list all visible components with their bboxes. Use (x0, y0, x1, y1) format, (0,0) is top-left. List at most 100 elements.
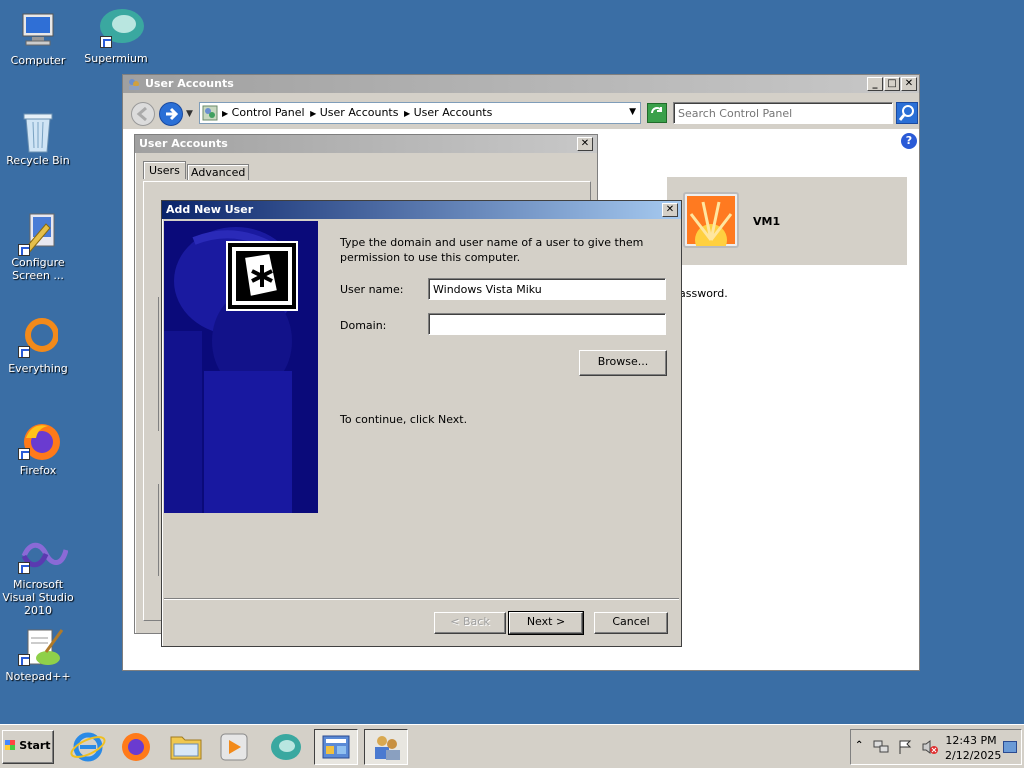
desktop-icon-label: Configure Screen ... (11, 256, 65, 282)
configure-screen-icon (18, 212, 58, 256)
continue-text: To continue, click Next. (340, 413, 468, 426)
network-icon[interactable] (873, 740, 889, 754)
cancel-button[interactable]: Cancel (594, 612, 668, 634)
user-accounts-dialog-title: User Accounts (139, 137, 228, 150)
taskbar-control-panel[interactable] (314, 729, 358, 765)
start-button-label: Start (19, 739, 51, 752)
add-new-user-titlebar[interactable]: Add New User ✕ (162, 201, 681, 219)
firefox-icon (122, 733, 150, 761)
clock[interactable]: 12:43 PM 2/12/2025 (945, 733, 1002, 763)
breadcrumb-user-accounts[interactable]: User Accounts (320, 106, 399, 119)
search-input[interactable] (673, 102, 893, 124)
back-button[interactable] (131, 102, 155, 126)
user-accounts-dialog-titlebar[interactable]: User Accounts ✕ (135, 135, 597, 153)
system-tray: ⌃ 12:43 PM 2/12/2025 (850, 729, 1022, 765)
recycle-bin-icon (18, 110, 58, 153)
windows-logo-icon (5, 740, 16, 750)
breadcrumb: ▶ Control Panel ▶ User Accounts ▶ User A… (222, 106, 492, 119)
tab-users-label: Users (149, 164, 180, 177)
search-button[interactable] (896, 102, 918, 124)
username-label: User name: (340, 283, 404, 296)
control-panel-icon (322, 735, 350, 759)
close-button[interactable]: ✕ (901, 77, 917, 91)
breadcrumb-separator[interactable]: ▶ (404, 109, 410, 118)
history-dropdown-icon[interactable]: ▼ (186, 109, 193, 119)
everything-icon (18, 318, 59, 358)
firefox-icon (18, 420, 60, 460)
desktop-icon-firefox[interactable]: Firefox (0, 420, 78, 477)
desktop-icon-label: Supermium (84, 52, 148, 65)
control-panel-titlebar[interactable]: User Accounts _ □ ✕ (123, 75, 919, 93)
button-divider (164, 598, 679, 600)
computer-icon (18, 10, 58, 50)
user-accounts-icon (375, 736, 400, 760)
desktop-icon-visual-studio[interactable]: Microsoft Visual Studio 2010 (0, 534, 78, 617)
desktop-icon-label: Computer (10, 54, 66, 67)
help-icon[interactable]: ? (901, 133, 917, 149)
username-input[interactable] (428, 278, 666, 300)
control-panel-icon (202, 105, 218, 121)
show-hidden-icons-icon[interactable]: ⌃ (855, 740, 863, 751)
breadcrumb-separator[interactable]: ▶ (222, 109, 228, 118)
clock-time: 12:43 PM (945, 734, 997, 747)
close-button[interactable]: ✕ (577, 137, 593, 151)
flower-picture-icon (687, 196, 735, 256)
refresh-button[interactable] (647, 103, 667, 123)
forward-arrow-icon (166, 107, 179, 121)
domain-input[interactable] (428, 313, 666, 335)
domain-label: Domain: (340, 319, 387, 332)
maximize-button[interactable]: □ (884, 77, 900, 91)
add-user-wizard-icon (226, 241, 298, 311)
desktop-icon-computer[interactable]: Computer (0, 10, 78, 67)
navigation-bar: ▼ ▶ Control Panel ▶ User Accounts ▶ User… (123, 93, 919, 129)
taskbar-firefox[interactable] (114, 729, 158, 765)
desktop-icon-supermium[interactable]: Supermium (76, 8, 156, 65)
minimize-button[interactable]: _ (867, 77, 883, 91)
show-desktop-icon[interactable] (1003, 741, 1017, 753)
action-center-flag-icon[interactable] (897, 739, 913, 755)
forward-button[interactable] (159, 102, 183, 126)
breadcrumb-user-accounts-current[interactable]: User Accounts (414, 106, 493, 119)
user-tile-panel: VM1 (667, 177, 907, 265)
visual-studio-icon (18, 534, 69, 574)
taskbar-supermium[interactable] (264, 729, 308, 765)
tab-users[interactable]: Users (143, 161, 186, 179)
taskbar-internet-explorer[interactable] (66, 729, 110, 765)
taskbar-user-accounts[interactable] (364, 729, 408, 765)
desktop-icon-configure-screen[interactable]: Configure Screen ... (0, 212, 78, 282)
volume-muted-icon[interactable] (921, 739, 939, 755)
taskbar-media-player[interactable] (212, 729, 256, 765)
desktop-icon-recycle-bin[interactable]: Recycle Bin (0, 110, 78, 167)
desktop-icon-label: Microsoft Visual Studio 2010 (2, 578, 74, 617)
cancel-button-label: Cancel (612, 615, 650, 628)
start-button[interactable]: Start (2, 730, 54, 764)
search-icon (898, 105, 914, 121)
user-avatar[interactable] (683, 192, 739, 256)
internet-explorer-icon (70, 732, 106, 762)
browse-button[interactable]: Browse... (579, 350, 667, 376)
close-button[interactable]: ✕ (662, 203, 678, 217)
supermium-icon (96, 8, 144, 48)
breadcrumb-separator[interactable]: ▶ (310, 109, 316, 118)
add-new-user-dialog: Add New User ✕ Type the domain and user … (161, 200, 682, 647)
taskbar-file-explorer[interactable] (164, 729, 208, 765)
address-dropdown-icon[interactable]: ▼ (629, 107, 636, 117)
desktop-icon-everything[interactable]: Everything (0, 318, 78, 375)
refresh-icon (651, 107, 662, 114)
password-text-fragment: assword. (679, 287, 728, 300)
add-new-user-title: Add New User (166, 203, 254, 216)
breadcrumb-control-panel[interactable]: Control Panel (232, 106, 305, 119)
next-button[interactable]: Next > (508, 611, 584, 635)
desktop-icon-label: Recycle Bin (6, 154, 70, 167)
instructions-text: Type the domain and user name of a user … (340, 236, 644, 264)
desktop-icon-notepad-plus-plus[interactable]: Notepad++ (0, 626, 78, 683)
address-bar[interactable]: ▶ Control Panel ▶ User Accounts ▶ User A… (199, 102, 641, 124)
tab-advanced-label: Advanced (191, 166, 246, 179)
back-button[interactable]: < Back (434, 612, 506, 634)
desktop-icon-label: Everything (8, 362, 68, 375)
back-arrow-icon (136, 106, 147, 122)
tab-advanced[interactable]: Advanced (187, 164, 250, 180)
browse-button-label: Browse... (597, 355, 649, 368)
next-button-label: Next > (526, 615, 566, 628)
clock-date: 2/12/2025 (945, 749, 1002, 762)
